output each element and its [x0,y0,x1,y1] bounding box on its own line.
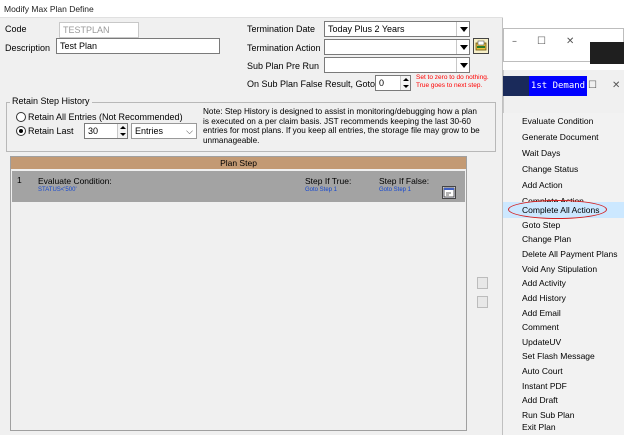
false-result-label: On Sub Plan False Result, Goto: [247,79,378,89]
false-result-stepper[interactable]: 0 [375,75,411,91]
chevron-down-icon[interactable]: ⌵ [186,124,193,138]
code-label: Code [5,24,27,34]
sub-plan-pre-run-select[interactable] [324,57,470,73]
demand-button[interactable]: 1st Demand [529,76,587,96]
termination-date-select[interactable]: Today Plus 2 Years [324,21,470,37]
termination-date-label: Termination Date [247,24,316,34]
move-up-icon[interactable] [477,277,488,289]
step-true-value: Goto Step 1 [305,187,338,193]
chevron-down-icon[interactable] [456,22,469,36]
retain-count-stepper[interactable]: 30 [84,123,128,139]
step-number: 1 [17,175,22,185]
sub-plan-pre-run-label: Sub Plan Pre Run [247,61,320,71]
termination-action-label: Termination Action [247,43,321,53]
open-folder-icon [475,40,487,51]
menu-item-add-draft[interactable]: Add Draft [503,392,624,408]
menu-item-comment[interactable]: Comment [503,319,624,335]
description-label: Description [5,43,51,53]
retain-count-value: 30 [88,126,99,136]
menu-item-wait-days[interactable]: Wait Days [503,145,624,161]
menu-item-add-action[interactable]: Add Action [503,177,624,193]
retain-note: Note: Step History is designed to assist… [203,107,480,145]
termination-action-select[interactable] [324,39,470,55]
edit-step-icon[interactable] [442,186,456,199]
termination-date-value: Today Plus 2 Years [328,24,405,34]
retain-unit-select[interactable]: Entries ⌵ [131,123,197,139]
description-field[interactable]: Test Plan [56,38,220,54]
retain-unit-value: Entries [135,126,164,136]
step-detail: STATUS<'500' [38,187,77,193]
step-false-value: Goto Step 1 [379,187,412,193]
chevron-down-icon[interactable] [456,40,469,54]
menu-item-change-status[interactable]: Change Status [503,161,624,177]
spinner-icon[interactable] [400,76,410,90]
menu-item-auto-court[interactable]: Auto Court [503,363,624,379]
annotation-circle [508,200,607,219]
step-false-label: Step If False: [379,176,430,186]
minimize-icon[interactable]: – [512,36,517,47]
browse-actions-button[interactable] [473,38,489,54]
retain-last-label: Retain Last [28,126,74,136]
window-icon [443,187,455,198]
window-title: Modify Max Plan Define [4,4,94,14]
menu-item-generate-document[interactable]: Generate Document [503,129,624,145]
background-dark-panel [590,42,624,64]
background-navy-block [503,76,529,96]
menu-item-exit-plan[interactable]: Exit Plan [503,419,624,435]
restore-icon[interactable]: ☐ [588,80,597,91]
step-title: Evaluate Condition: [38,176,112,186]
spinner-icon[interactable] [117,124,127,138]
false-result-hint-1: Set to zero to do nothing. [416,74,489,81]
menu-item-delete-all-payment-plans[interactable]: Delete All Payment Plans [503,246,624,262]
retain-history-legend: Retain Step History [10,96,92,106]
close-icon[interactable]: ✕ [566,36,574,47]
close-icon[interactable]: ✕ [612,80,620,91]
retain-last-radio[interactable] [16,126,26,136]
menu-item-evaluate-condition[interactable]: Evaluate Condition [503,113,624,129]
step-true-label: Step If True: [305,176,352,186]
false-result-hint-2: True goes to next step. [416,82,483,89]
menu-item-add-activity[interactable]: Add Activity [503,275,624,291]
retain-all-label: Retain All Entries (Not Recommended) [28,112,183,122]
menu-item-set-flash-message[interactable]: Set Flash Message [503,348,624,364]
menu-item-change-plan[interactable]: Change Plan [503,231,624,247]
plan-steps-header: Plan Step [11,157,466,169]
retain-all-radio[interactable] [16,112,26,122]
chevron-down-icon[interactable] [456,58,469,72]
code-field: TESTPLAN [59,22,139,38]
maximize-icon[interactable]: ☐ [537,36,546,47]
delete-step-icon[interactable] [477,296,488,308]
menu-item-add-history[interactable]: Add History [503,290,624,306]
false-result-value: 0 [379,78,385,88]
